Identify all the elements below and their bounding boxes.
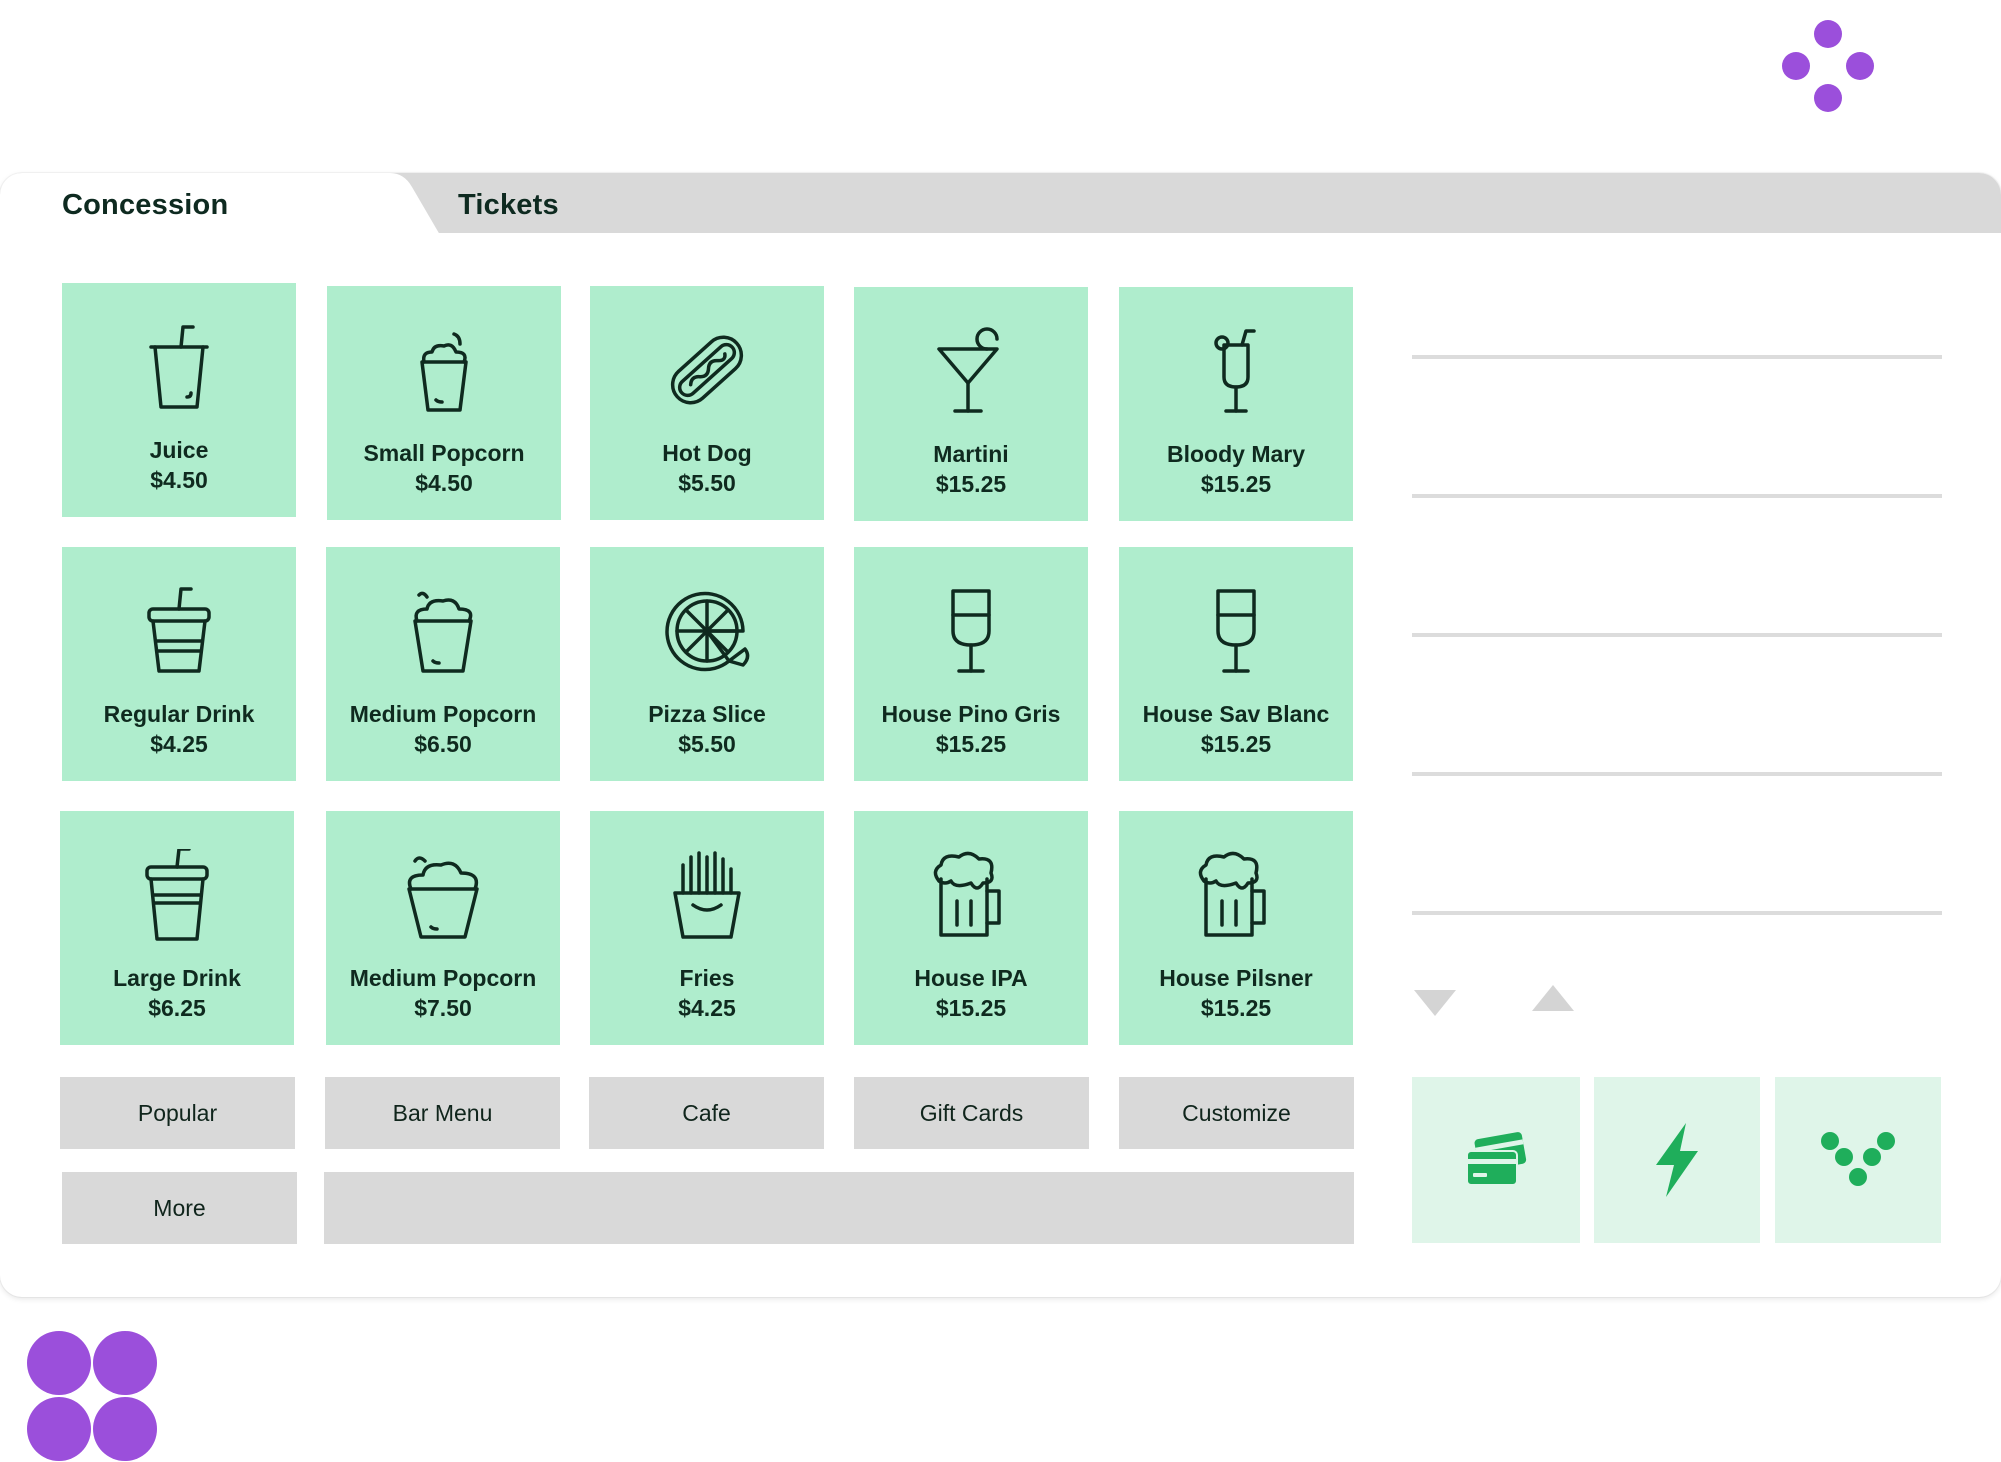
menu-item-tile[interactable]: Medium Popcorn $6.50 [326,547,560,781]
arrow-up-icon[interactable] [1528,973,1578,1023]
popcorn-icon [420,332,468,412]
item-name: Hot Dog [662,440,752,466]
wine-glass-icon [951,589,991,673]
arrow-down-icon[interactable] [1410,976,1460,1026]
pos-panel: Concession Tickets Juice $4.50 Small Pop… [0,173,2001,1297]
beer-mug-icon [933,851,1001,937]
item-price: $15.25 [935,471,1007,497]
category-empty-slot [324,1172,1354,1244]
item-price: $4.25 [150,731,208,757]
purple-circles-decor-icon [27,1331,157,1461]
item-price: $15.25 [1200,995,1272,1021]
item-price: $15.25 [1200,471,1272,497]
credit-cards-icon [1466,1132,1527,1186]
menu-item-tile[interactable]: Juice $4.50 [62,283,296,517]
item-name: House Sav Blanc [1142,701,1330,727]
item-price: $4.25 [678,995,736,1021]
popcorn-icon [413,591,473,673]
lightning-bolt-icon [1656,1123,1698,1197]
order-line-divider [1412,355,1942,359]
beer-mug-icon [1198,851,1266,937]
other-payment-button[interactable] [1775,1077,1941,1243]
soda-cup-icon [147,587,211,673]
menu-item-tile[interactable]: House Pino Gris $15.25 [854,547,1088,781]
category-more-button[interactable]: More [62,1172,297,1244]
menu-item-tile[interactable]: Small Popcorn $4.50 [327,286,561,520]
menu-item-tile[interactable]: Medium Popcorn $7.50 [326,811,560,1045]
menu-item-tile[interactable]: Regular Drink $4.25 [62,547,296,781]
cocktail-glass-icon [1214,329,1256,413]
item-name: House Pilsner [1159,965,1313,991]
menu-item-tile[interactable]: Large Drink $6.25 [60,811,294,1045]
item-name: Pizza Slice [648,701,766,727]
item-price: $5.50 [678,470,736,496]
item-name: Medium Popcorn [349,965,537,991]
category-popular-button[interactable]: Popular [60,1077,295,1149]
soda-cup-icon [145,849,209,941]
tab-tickets[interactable]: Tickets [458,189,559,222]
category-bar-menu-button[interactable]: Bar Menu [325,1077,560,1149]
martini-glass-icon [937,327,999,413]
item-name: Martini [933,441,1009,467]
item-name: Juice [149,437,209,463]
item-price: $15.25 [935,995,1007,1021]
order-line-divider [1412,772,1942,776]
quick-pay-button[interactable] [1594,1077,1760,1243]
category-customize-button[interactable]: Customize [1119,1077,1354,1149]
item-price: $4.50 [415,470,473,496]
item-name: House IPA [914,965,1028,991]
item-price: $15.25 [935,731,1007,757]
item-name: Small Popcorn [363,440,525,466]
menu-item-tile[interactable]: Bloody Mary $15.25 [1119,287,1353,521]
item-name: Regular Drink [103,701,255,727]
item-price: $6.50 [414,731,472,757]
fries-icon [673,851,741,939]
order-line-divider [1412,911,1942,915]
card-payment-button[interactable] [1412,1077,1580,1243]
item-name: Large Drink [113,965,241,991]
item-price: $15.25 [1200,731,1272,757]
menu-item-tile[interactable]: House Sav Blanc $15.25 [1119,547,1353,781]
item-name: Bloody Mary [1166,441,1306,467]
menu-item-tile[interactable]: Martini $15.25 [854,287,1088,521]
category-cafe-button[interactable]: Cafe [589,1077,824,1149]
order-line-divider [1412,494,1942,498]
menu-item-tile[interactable]: Fries $4.25 [590,811,824,1045]
menu-item-tile[interactable]: Hot Dog $5.50 [590,286,824,520]
item-price: $6.25 [148,995,206,1021]
cup-with-straw-icon [149,325,209,409]
wine-glass-icon [1216,589,1256,673]
hot-dog-icon [670,335,744,405]
tab-concession[interactable]: Concession [62,189,228,222]
item-price: $5.50 [678,731,736,757]
item-price: $7.50 [414,995,472,1021]
item-name: Fries [679,965,735,991]
pizza-icon [665,591,750,672]
menu-item-tile[interactable]: Pizza Slice $5.50 [590,547,824,781]
menu-item-tile[interactable]: House IPA $15.25 [854,811,1088,1045]
order-line-divider [1412,633,1942,637]
item-name: Medium Popcorn [349,701,537,727]
dots-logo-icon [1821,1132,1895,1186]
purple-flower-logo-icon [1782,20,1874,112]
category-gift-cards-button[interactable]: Gift Cards [854,1077,1089,1149]
menu-item-tile[interactable]: House Pilsner $15.25 [1119,811,1353,1045]
item-name: House Pino Gris [881,701,1061,727]
item-price: $4.50 [150,467,208,493]
popcorn-icon [407,856,479,939]
